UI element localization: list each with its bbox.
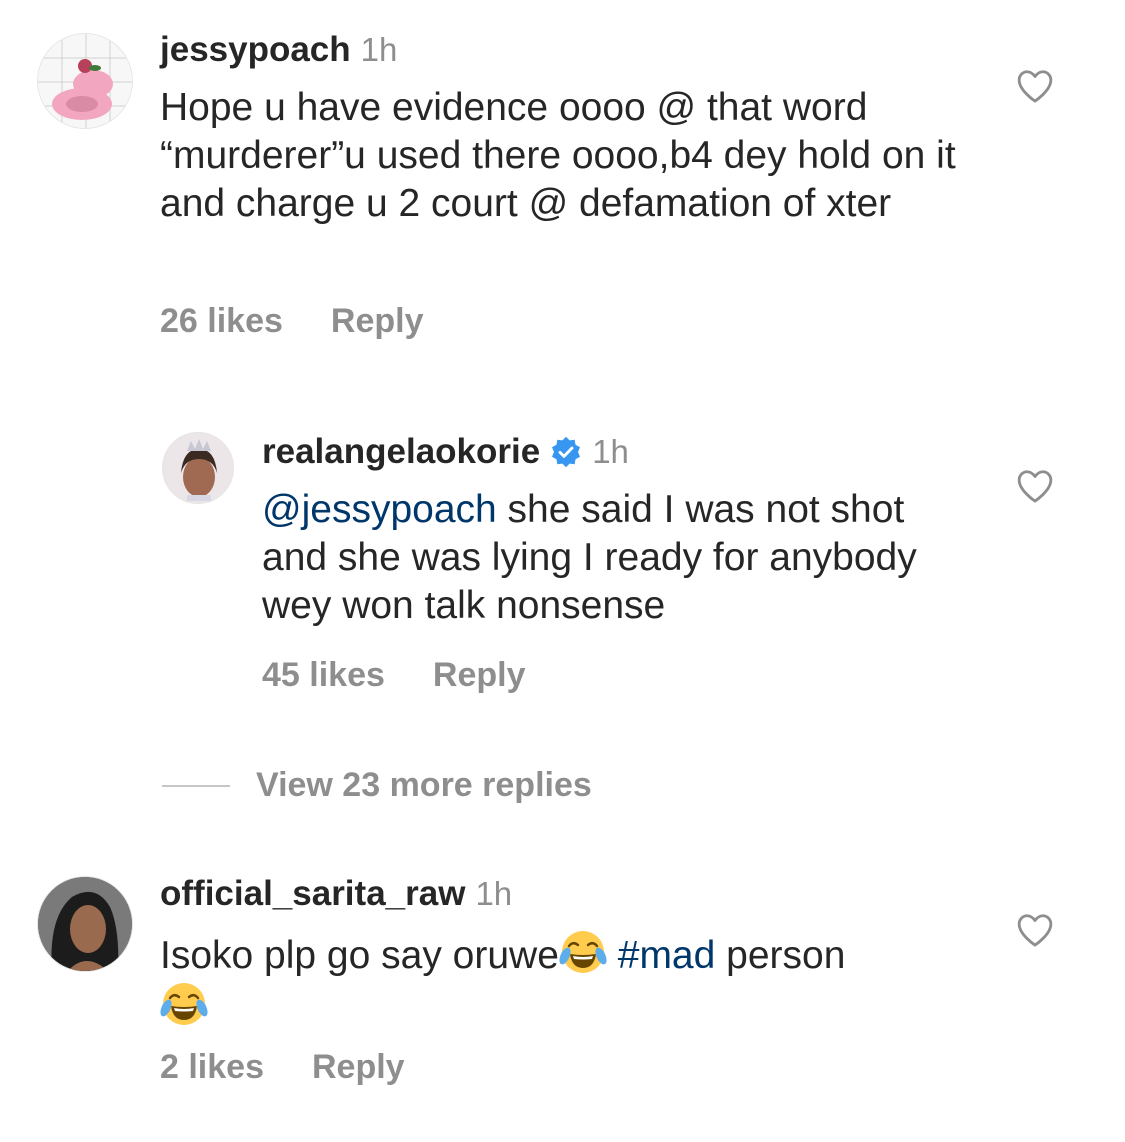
comment-header: jessypoach 1h xyxy=(160,30,397,70)
view-more-replies-button[interactable]: View 23 more replies xyxy=(256,766,592,805)
username[interactable]: realangelaokorie xyxy=(262,432,540,471)
avatar-image xyxy=(163,433,233,503)
avatar-realangelaokorie[interactable] xyxy=(162,432,234,504)
avatar-official-sarita-raw[interactable] xyxy=(37,876,133,972)
replies-divider-line xyxy=(162,785,230,787)
comment-text: Isoko plp go say oruwe #mad person xyxy=(160,928,960,1032)
reply-button[interactable]: Reply xyxy=(331,302,424,340)
reply-button[interactable]: Reply xyxy=(312,1048,405,1086)
face-with-tears-of-joy-icon xyxy=(160,983,208,1025)
comment-actions: 45 likes Reply xyxy=(262,656,525,695)
comment-official-sarita-raw: official_sarita_raw 1h Isoko plp go say o… xyxy=(0,860,1125,1140)
likes-count[interactable]: 2 likes xyxy=(160,1048,264,1086)
likes-count[interactable]: 26 likes xyxy=(160,302,283,340)
comment-header: official_sarita_raw 1h xyxy=(160,874,512,914)
comment-actions: 26 likes Reply xyxy=(160,302,423,341)
timestamp: 1h xyxy=(592,433,629,470)
heart-icon[interactable] xyxy=(1016,912,1054,948)
comment-body-end: person xyxy=(715,934,846,977)
avatar-image xyxy=(38,34,132,128)
verified-badge-icon xyxy=(552,436,581,468)
reply-button[interactable]: Reply xyxy=(433,656,526,694)
likes-count[interactable]: 45 likes xyxy=(262,656,385,694)
comment-text: Hope u have evidence oooo @ that word “m… xyxy=(160,86,956,225)
comment-jessypoach: jessypoach 1h Hope u have evidence oooo @… xyxy=(0,0,1125,360)
username[interactable]: jessypoach xyxy=(160,30,351,69)
face-with-tears-of-joy-icon xyxy=(559,931,607,973)
heart-icon[interactable] xyxy=(1016,468,1054,504)
comment-actions: 2 likes Reply xyxy=(160,1048,405,1087)
heart-icon[interactable] xyxy=(1016,68,1054,104)
avatar-jessypoach[interactable] xyxy=(37,33,133,129)
comment-realangelaokorie: realangelaokorie 1h @jessypoach she said … xyxy=(0,400,1125,720)
timestamp: 1h xyxy=(475,875,513,912)
comment-body: Isoko plp go say oruwe xyxy=(160,934,559,977)
hashtag-link[interactable]: #mad xyxy=(618,934,716,977)
mention-link[interactable]: @jessypoach xyxy=(262,488,497,531)
timestamp: 1h xyxy=(360,31,398,68)
comment-header: realangelaokorie 1h xyxy=(262,432,629,472)
avatar-image xyxy=(38,877,132,971)
comment-text: @jessypoach she said I was not shot and … xyxy=(262,486,962,630)
username[interactable]: official_sarita_raw xyxy=(160,874,465,913)
